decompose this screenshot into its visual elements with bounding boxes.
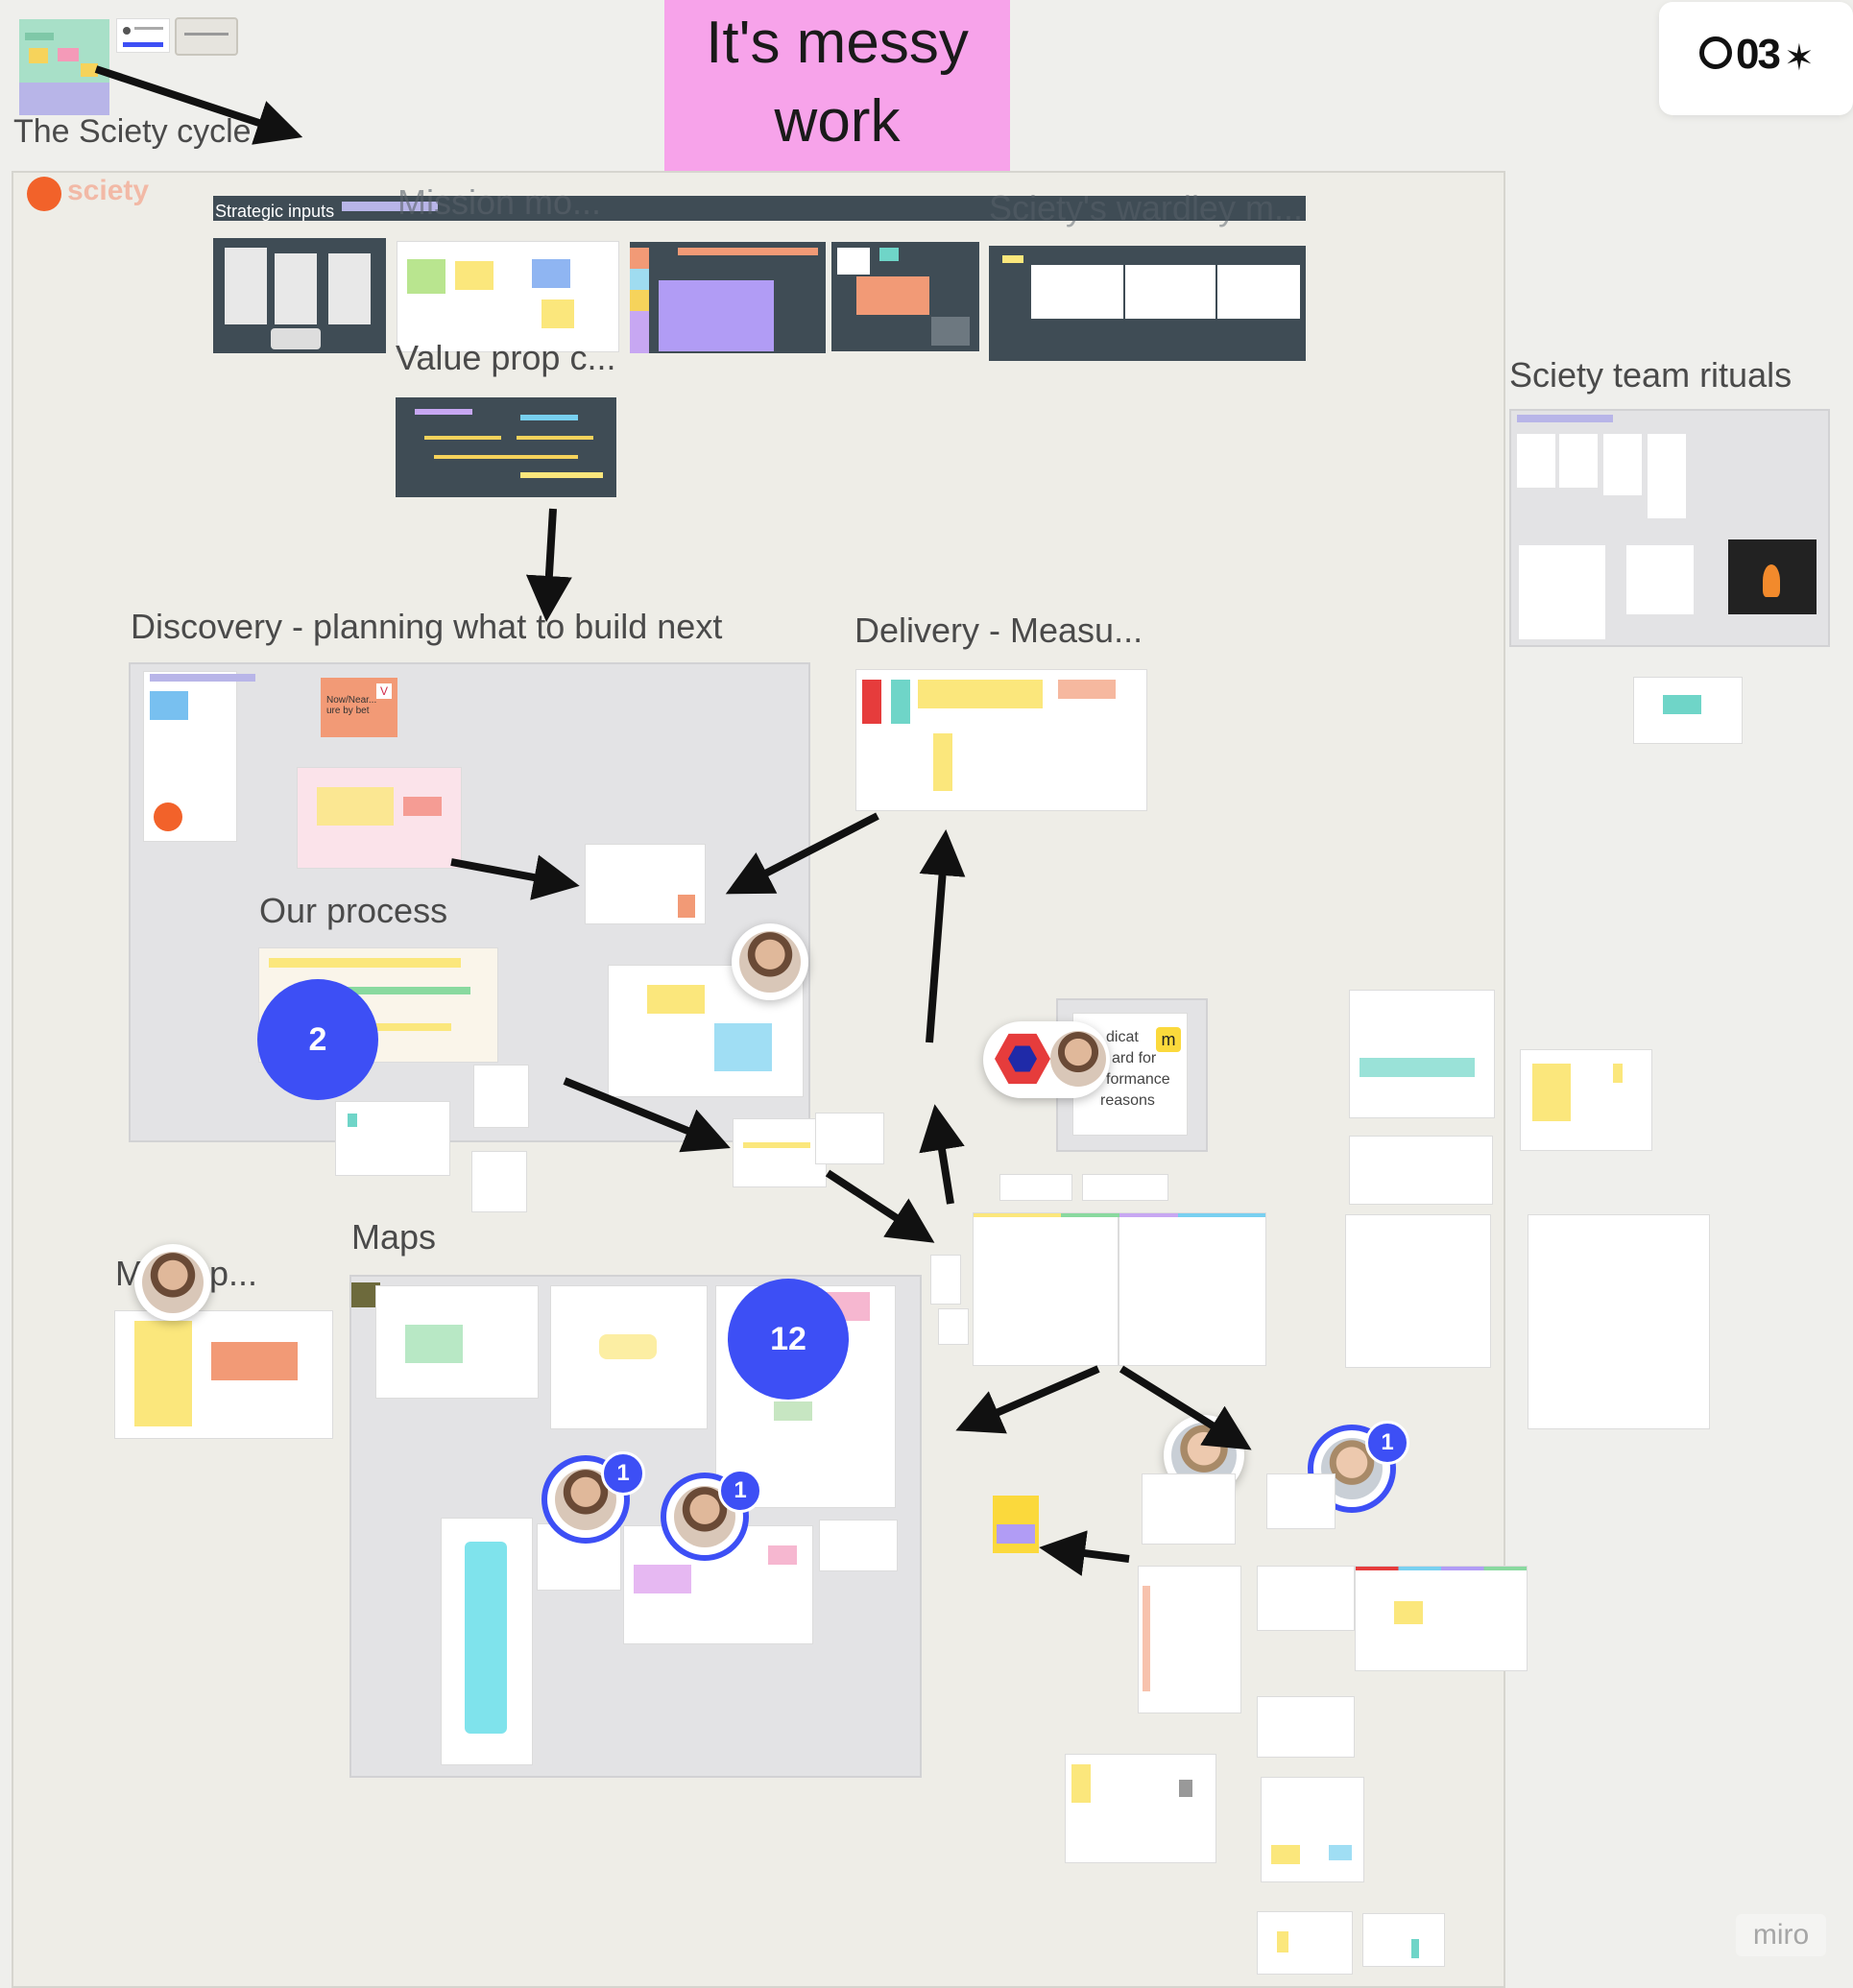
arrow-up-small — [919, 1104, 965, 1205]
arrow-value-prop-down — [525, 508, 572, 622]
arrow-central-down-right — [1119, 1365, 1252, 1450]
arrows-layer — [94, 65, 1252, 1576]
arrow-delivery-to-center — [725, 812, 879, 895]
flow-arrows — [94, 65, 1252, 1576]
arrow-pink-to-center — [450, 854, 580, 900]
arrow-to-yellow — [1039, 1530, 1130, 1576]
arrow-up-to-delivery — [919, 829, 966, 1043]
arrow-strip-to-central — [825, 1169, 935, 1243]
arrow-central-down-left — [955, 1365, 1100, 1434]
arrow-process-to-strip — [563, 1077, 731, 1153]
arrow-cycle — [94, 65, 303, 145]
